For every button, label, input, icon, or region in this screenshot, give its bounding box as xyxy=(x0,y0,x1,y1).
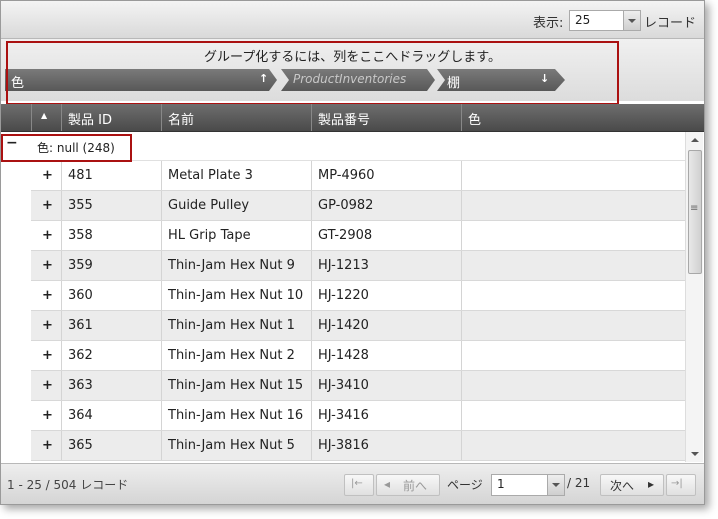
expand-icon[interactable]: + xyxy=(31,281,62,310)
table-row[interactable]: + 363 Thin-Jam Hex Nut 15 HJ-3410 xyxy=(31,371,685,401)
column-header-product-number[interactable]: 製品番号 xyxy=(312,104,462,131)
cell-product-number[interactable]: GT-2908 xyxy=(312,221,462,250)
cell-name[interactable]: Thin-Jam Hex Nut 2 xyxy=(162,341,312,370)
cell-color[interactable] xyxy=(462,191,685,220)
table-row[interactable]: + 365 Thin-Jam Hex Nut 5 HJ-3816 xyxy=(31,431,685,461)
expand-icon[interactable]: + xyxy=(31,341,62,370)
highlight-box-group-row xyxy=(1,134,132,162)
cell-name[interactable]: Thin-Jam Hex Nut 9 xyxy=(162,251,312,280)
vertical-scrollbar[interactable] xyxy=(685,132,703,462)
cell-color[interactable] xyxy=(462,431,685,460)
page-size-select[interactable]: 25 xyxy=(569,10,641,31)
chevron-down-icon[interactable] xyxy=(547,475,564,495)
cell-product-number[interactable]: GP-0982 xyxy=(312,191,462,220)
total-pages: / 21 xyxy=(567,476,591,490)
cell-name[interactable]: Metal Plate 3 xyxy=(162,161,312,190)
expand-icon[interactable]: + xyxy=(31,191,62,220)
next-page-button[interactable]: 次へ ▸ xyxy=(600,474,664,496)
cell-color[interactable] xyxy=(462,251,685,280)
column-header-row: ▲ 製品 ID 名前 製品番号 色 xyxy=(1,104,704,132)
expand-icon[interactable]: + xyxy=(31,431,62,460)
column-header-name[interactable]: 名前 xyxy=(162,104,312,131)
cell-product-id[interactable]: 365 xyxy=(62,431,162,460)
cell-color[interactable] xyxy=(462,221,685,250)
page-label: ページ xyxy=(447,478,483,492)
expand-icon[interactable]: + xyxy=(31,161,62,190)
grid-body: − 色: null (248) + 481 Metal Plate 3 MP-4… xyxy=(1,132,685,462)
cell-product-number[interactable]: MP-4960 xyxy=(312,161,462,190)
table-row[interactable]: + 364 Thin-Jam Hex Nut 16 HJ-3416 xyxy=(31,401,685,431)
cell-product-id[interactable]: 355 xyxy=(62,191,162,220)
top-toolbar: 表示: 25 レコード xyxy=(1,1,704,39)
records-label: レコード xyxy=(644,16,697,31)
cell-color[interactable] xyxy=(462,281,685,310)
cell-product-number[interactable]: HJ-3416 xyxy=(312,401,462,430)
chevron-down-icon[interactable] xyxy=(623,11,640,30)
header-indent-cell xyxy=(1,104,32,131)
pager-bar: 1 - 25 / 504 レコード |← ◂ 前へ ページ 1 / 21 次へ … xyxy=(1,463,704,504)
cell-color[interactable] xyxy=(462,161,685,190)
cell-name[interactable]: Thin-Jam Hex Nut 5 xyxy=(162,431,312,460)
page-size-value: 25 xyxy=(575,13,591,27)
cell-product-number[interactable]: HJ-3816 xyxy=(312,431,462,460)
cell-product-id[interactable]: 481 xyxy=(62,161,162,190)
table-row[interactable]: + 355 Guide Pulley GP-0982 xyxy=(31,191,685,221)
next-icon: ▸ xyxy=(648,477,655,491)
table-row[interactable]: + 361 Thin-Jam Hex Nut 1 HJ-1420 xyxy=(31,311,685,341)
table-row[interactable]: + 362 Thin-Jam Hex Nut 2 HJ-1428 xyxy=(31,341,685,371)
scroll-down-icon[interactable] xyxy=(686,446,703,462)
page-number-select[interactable]: 1 xyxy=(491,474,565,496)
expand-icon[interactable]: + xyxy=(31,251,62,280)
table-row[interactable]: + 360 Thin-Jam Hex Nut 10 HJ-1220 xyxy=(31,281,685,311)
cell-product-id[interactable]: 361 xyxy=(62,311,162,340)
prev-icon: ◂ xyxy=(384,477,391,491)
cell-product-id[interactable]: 358 xyxy=(62,221,162,250)
grid-window: 表示: 25 レコード グループ化するには、列をここへドラッグします。 色 ↑ … xyxy=(0,0,705,505)
cell-product-id[interactable]: 363 xyxy=(62,371,162,400)
first-page-icon: |← xyxy=(351,478,363,489)
cell-product-id[interactable]: 359 xyxy=(62,251,162,280)
first-page-button[interactable]: |← xyxy=(344,474,374,496)
cell-product-number[interactable]: HJ-1420 xyxy=(312,311,462,340)
header-expand-cell[interactable]: ▲ xyxy=(32,104,62,131)
last-page-icon: →| xyxy=(671,478,683,489)
last-page-button[interactable]: →| xyxy=(666,474,696,496)
cell-product-id[interactable]: 362 xyxy=(62,341,162,370)
cell-color[interactable] xyxy=(462,311,685,340)
column-header-color[interactable]: 色 xyxy=(462,104,704,131)
cell-product-id[interactable]: 364 xyxy=(62,401,162,430)
cell-name[interactable]: Thin-Jam Hex Nut 10 xyxy=(162,281,312,310)
expand-icon[interactable]: + xyxy=(31,221,62,250)
cell-name[interactable]: Guide Pulley xyxy=(162,191,312,220)
next-label: 次へ xyxy=(610,479,635,493)
expand-icon[interactable]: + xyxy=(31,371,62,400)
table-row[interactable]: + 359 Thin-Jam Hex Nut 9 HJ-1213 xyxy=(31,251,685,281)
page-number-value: 1 xyxy=(497,477,505,491)
scroll-up-icon[interactable] xyxy=(686,132,703,148)
prev-label: 前へ xyxy=(403,479,428,493)
cell-product-number[interactable]: HJ-3410 xyxy=(312,371,462,400)
cell-name[interactable]: Thin-Jam Hex Nut 1 xyxy=(162,311,312,340)
expand-icon[interactable]: + xyxy=(31,401,62,430)
cell-name[interactable]: Thin-Jam Hex Nut 15 xyxy=(162,371,312,400)
cell-color[interactable] xyxy=(462,341,685,370)
cell-product-number[interactable]: HJ-1213 xyxy=(312,251,462,280)
cell-product-number[interactable]: HJ-1220 xyxy=(312,281,462,310)
cell-name[interactable]: Thin-Jam Hex Nut 16 xyxy=(162,401,312,430)
prev-page-button[interactable]: ◂ 前へ xyxy=(376,474,440,496)
cell-color[interactable] xyxy=(462,371,685,400)
expand-icon[interactable]: + xyxy=(31,311,62,340)
scrollbar-thumb[interactable] xyxy=(688,150,702,274)
cell-product-number[interactable]: HJ-1428 xyxy=(312,341,462,370)
cell-color[interactable] xyxy=(462,401,685,430)
column-header-product-id[interactable]: 製品 ID xyxy=(62,104,162,131)
highlight-box-group-panel xyxy=(6,41,619,105)
page-size-label: 表示: xyxy=(533,16,564,31)
record-summary: 1 - 25 / 504 レコード xyxy=(7,478,129,492)
table-row[interactable]: + 358 HL Grip Tape GT-2908 xyxy=(31,221,685,251)
cell-name[interactable]: HL Grip Tape xyxy=(162,221,312,250)
cell-product-id[interactable]: 360 xyxy=(62,281,162,310)
sort-indicator-icon[interactable]: ▲ xyxy=(41,111,47,120)
table-row[interactable]: + 481 Metal Plate 3 MP-4960 xyxy=(31,161,685,191)
